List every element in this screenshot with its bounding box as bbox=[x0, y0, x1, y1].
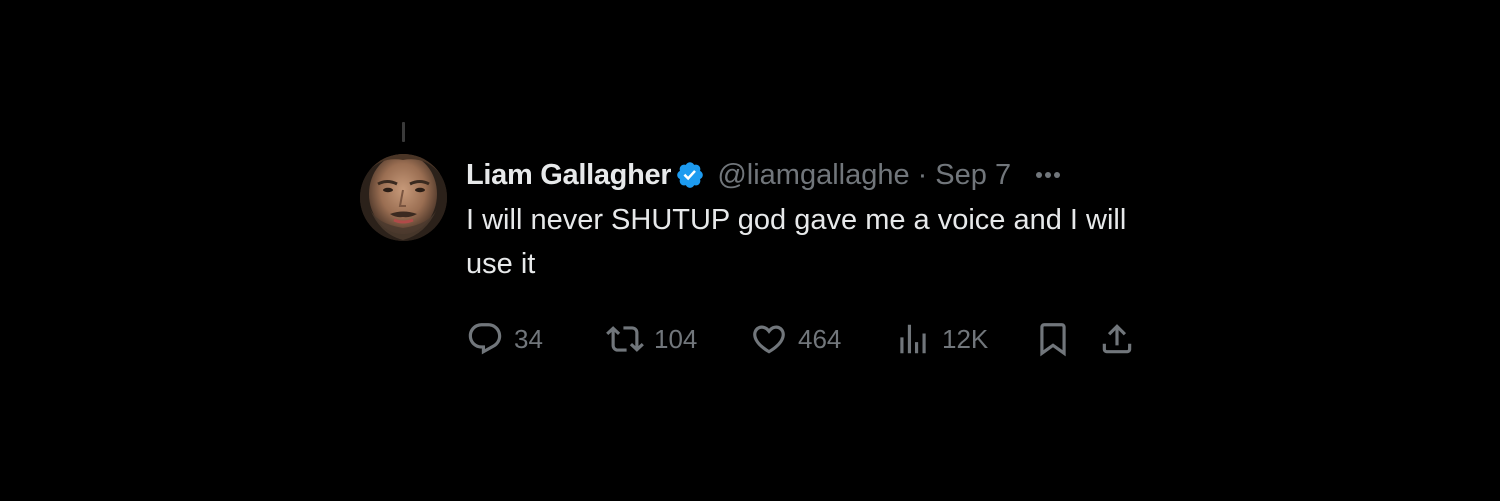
share-icon bbox=[1102, 324, 1132, 354]
views-count: 12K bbox=[942, 323, 989, 354]
retweet-icon bbox=[606, 326, 644, 352]
tweet-header: Liam Gallagher @liamgallaghe · Sep 7 bbox=[466, 154, 1166, 196]
header-separator: · bbox=[917, 158, 928, 191]
bookmark-icon bbox=[1040, 323, 1066, 357]
verified-badge-icon[interactable] bbox=[675, 160, 705, 190]
tweet-date[interactable]: Sep 7 bbox=[935, 159, 1011, 192]
like-button[interactable]: 464 bbox=[750, 318, 841, 360]
reply-icon bbox=[468, 323, 502, 355]
avatar[interactable] bbox=[360, 154, 447, 241]
retweet-button[interactable]: 104 bbox=[606, 318, 697, 360]
like-count: 464 bbox=[798, 323, 842, 354]
more-options-icon[interactable] bbox=[1031, 158, 1065, 192]
tweet-actions-bar: 34 104 464 12K bbox=[466, 318, 1146, 360]
thread-connector-line bbox=[402, 122, 405, 142]
share-button[interactable] bbox=[1098, 318, 1136, 360]
tweet-canvas: Liam Gallagher @liamgallaghe · Sep 7 I w… bbox=[0, 0, 1500, 501]
display-name[interactable]: Liam Gallagher bbox=[466, 159, 671, 192]
bookmark-button[interactable] bbox=[1034, 318, 1072, 360]
retweet-count: 104 bbox=[654, 323, 698, 354]
tweet-text: I will never SHUTUP god gave me a voice … bbox=[466, 204, 1127, 280]
heart-icon bbox=[753, 325, 785, 354]
reply-count: 34 bbox=[514, 323, 543, 354]
tweet-body: Liam Gallagher @liamgallaghe · Sep 7 I w… bbox=[466, 154, 1166, 286]
views-icon bbox=[900, 324, 926, 354]
avatar-image bbox=[360, 154, 447, 241]
reply-button[interactable]: 34 bbox=[466, 318, 543, 360]
views-button[interactable]: 12K bbox=[894, 318, 988, 360]
user-handle[interactable]: @liamgallaghe bbox=[717, 159, 909, 192]
